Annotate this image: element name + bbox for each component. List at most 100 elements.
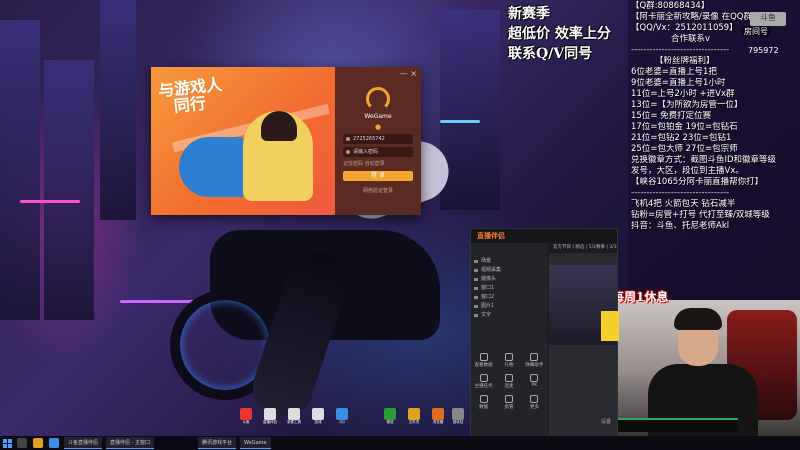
- tool-button[interactable]: 房管: [496, 395, 521, 410]
- tool-button[interactable]: 弹幕助手: [522, 353, 547, 368]
- scene-item[interactable]: 窗口2: [471, 293, 547, 302]
- stream-info-panel: 【Q群:80868434】 【阿卡丽全新攻略/录像 在QQ群】 【QQ/Vx：2…: [628, 0, 800, 300]
- info-line: 17位=包铂金 19位=包钻石: [631, 122, 738, 132]
- preview-tabs[interactable]: 官方节目 | 精选 | 5/2赛事 | 3/3赛事 | 精彩回放: [549, 243, 617, 253]
- tool-button[interactable]: 数据: [471, 395, 496, 410]
- desktop-icon-label: 文件夹: [408, 420, 420, 424]
- desktop-icon-label: QQ: [339, 420, 345, 424]
- alt-login-link[interactable]: 网络验证登录: [343, 187, 413, 194]
- tool-label: 弹幕助手: [525, 363, 544, 368]
- tool-grid: 观看数据 礼物 弹幕助手 主播任务 连麦 PK 数据 房管 更多: [471, 353, 547, 410]
- desktop-icon[interactable]: 文件夹: [406, 408, 422, 425]
- taskbar-task[interactable]: WeGame: [240, 437, 271, 449]
- desktop-icon[interactable]: 回收站: [450, 408, 466, 425]
- desktop-icon-label: 微信: [386, 420, 394, 424]
- tool-icon: [504, 395, 513, 403]
- password-field[interactable]: 请输入密码: [343, 147, 413, 157]
- douyu-companion-window[interactable]: 直播伴侣 场景 视频采集 摄像头 窗口1 窗口2 图片1 文字 观看数据 礼物 …: [470, 228, 619, 437]
- tool-button[interactable]: 礼物: [496, 353, 521, 368]
- browser-icon[interactable]: [49, 438, 59, 448]
- info-line: 钻粉=房管+打号 代打至臻/双城等级: [631, 210, 770, 220]
- tool-button[interactable]: 观看数据: [471, 353, 496, 368]
- info-line: 15位= 免费打定位赛: [631, 111, 712, 121]
- stream-promo: 新赛季 超低价 效率上分 联系Q/V同号: [508, 4, 611, 64]
- tool-button[interactable]: 连麦: [496, 374, 521, 389]
- taskbar-task[interactable]: 直播伴侣 - 主窗口: [106, 437, 154, 449]
- info-line: 兑换徽章方式：截图斗鱼ID和徽章等级: [631, 155, 777, 165]
- tool-icon: [479, 353, 488, 361]
- tool-button[interactable]: 更多: [522, 395, 547, 410]
- window-controls[interactable]: — ×: [400, 69, 417, 78]
- wegame-banner: 与游戏人 同行: [151, 67, 335, 215]
- settings-button[interactable]: 设置: [601, 418, 611, 425]
- keyboard: [618, 418, 738, 432]
- tool-label: 更多: [529, 405, 539, 410]
- taskbar-task[interactable]: 斗鱼直播伴侣: [64, 437, 103, 449]
- desktop-icon[interactable]: 直播伴侣: [262, 408, 278, 425]
- wallpaper-neon: [440, 120, 480, 123]
- wegame-slogan: 与游戏人 同行: [157, 75, 224, 117]
- wegame-login-panel: — × WeGame ● 2725265742 请输入密码 记住密码 自动登录 …: [335, 67, 421, 215]
- tool-label: 主播任务: [474, 384, 493, 389]
- desktop-icon-label: 浏览器: [432, 420, 444, 424]
- folder-icon[interactable]: [33, 438, 43, 448]
- scene-item[interactable]: 窗口1: [471, 284, 547, 293]
- desktop-icon[interactable]: 游戏: [310, 408, 326, 425]
- desktop-icon[interactable]: 浏览器: [430, 408, 446, 425]
- desktop-icon[interactable]: 微信: [382, 408, 398, 425]
- desktop-icon[interactable]: 斗鱼: [238, 408, 254, 425]
- info-line: 【峡谷1065分阿卡丽直播帮你打】: [631, 177, 764, 187]
- tool-icon: [530, 395, 539, 403]
- tool-button[interactable]: PK: [522, 374, 547, 389]
- banner-art: [261, 111, 297, 141]
- account-field[interactable]: 2725265742: [343, 134, 413, 144]
- tool-icon: [530, 353, 539, 361]
- wallpaper-neon: [20, 200, 80, 203]
- remember-options[interactable]: 记住密码 自动登录: [343, 160, 413, 167]
- taskbar-task[interactable]: 腾讯游戏平台: [198, 437, 237, 449]
- promo-line: 联系Q/V同号: [508, 46, 593, 62]
- tool-icon: [504, 374, 513, 382]
- desktop-icon-label: 斗鱼: [242, 420, 250, 424]
- scene-item[interactable]: 文字: [471, 311, 547, 320]
- tool-label: PK: [531, 383, 538, 388]
- desktop-icon-label: 游戏: [314, 420, 322, 424]
- tool-label: 礼物: [504, 363, 514, 368]
- weekly-rest-note: 每周1休息: [612, 290, 669, 304]
- scene-item[interactable]: 场景: [471, 257, 547, 266]
- scene-item[interactable]: 视频采集: [471, 266, 547, 275]
- info-separator: --------------------------------: [631, 188, 730, 198]
- search-icon[interactable]: [17, 438, 27, 448]
- info-line: 25位=包大师 27位=包宗师: [631, 144, 738, 154]
- window-title: 直播伴侣: [471, 229, 617, 243]
- info-line: 【粉丝牌福利】: [655, 56, 715, 66]
- info-line: 21位=包钻2 23位=包钻1: [631, 133, 732, 143]
- taskbar: 斗鱼直播伴侣 直播伴侣 - 主窗口 腾讯游戏平台 WeGame: [0, 436, 800, 450]
- tool-icon: [530, 374, 539, 382]
- info-line: 13位=【为所欲为房管一位】: [631, 100, 743, 110]
- login-button[interactable]: 登 录: [343, 171, 413, 181]
- scene-sidebar: 场景 视频采集 摄像头 窗口1 窗口2 图片1 文字 观看数据 礼物 弹幕助手 …: [471, 243, 547, 437]
- windows-logo-icon: [2, 438, 12, 448]
- start-button[interactable]: [0, 436, 14, 450]
- info-line: 【Q群:80868434】: [631, 1, 710, 11]
- desktop-icon[interactable]: 录像工具: [286, 408, 302, 425]
- webcam-feed: [612, 300, 800, 436]
- tool-label: 数据: [479, 405, 489, 410]
- tool-icon: [479, 374, 488, 382]
- info-line: 抖音：斗鱼、托尼老师Akl: [631, 221, 730, 231]
- stream-preview: [549, 265, 619, 345]
- info-line: 合作联系v: [671, 34, 711, 44]
- tool-button[interactable]: 主播任务: [471, 374, 496, 389]
- scene-item[interactable]: 摄像头: [471, 275, 547, 284]
- wegame-login-window[interactable]: 与游戏人 同行 — × WeGame ● 2725265742 请输入密码 记住…: [151, 67, 421, 215]
- room-number: 795972: [748, 46, 779, 55]
- wallpaper-building: [440, 10, 500, 210]
- info-line: 发号，大区，段位到主播Vx。: [631, 166, 744, 176]
- tool-label: 房管: [504, 405, 514, 410]
- desktop-icon[interactable]: QQ: [334, 408, 350, 424]
- scene-item[interactable]: 图片1: [471, 302, 547, 311]
- info-line: 6位老婆=直播上号1把: [631, 67, 717, 77]
- douyu-logo: 斗鱼: [750, 12, 786, 26]
- info-line: 9位老婆=直播上号1小时: [631, 78, 726, 88]
